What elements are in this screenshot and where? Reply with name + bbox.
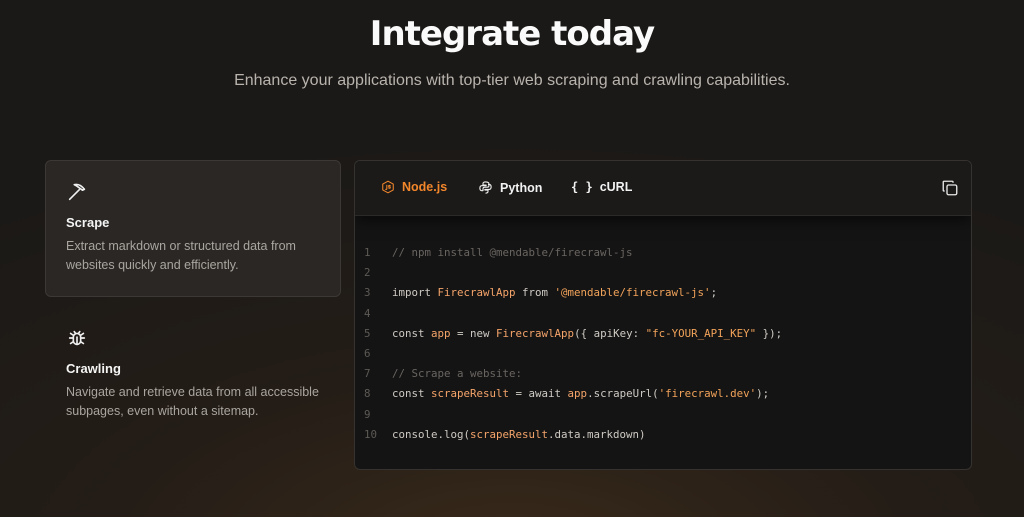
tab-nodejs[interactable]: Node.js (381, 180, 447, 194)
code-line: 8 const scrapeResult = await app.scrapeUr… (364, 387, 770, 401)
tab-curl[interactable]: { } cURL (571, 180, 632, 194)
feature-description: Navigate and retrieve data from all acce… (66, 385, 319, 418)
code-line: 3 import FirecrawlApp from '@mendable/fir… (364, 286, 718, 300)
code-panel: Node.js Python { } cURL 1// npm install … (354, 160, 972, 470)
code-line: 2 (364, 266, 371, 280)
code-line: 5 const app = new FirecrawlApp({ apiKey: … (364, 326, 783, 340)
code-block: 1// npm install @mendable/firecrawl-js 2… (355, 243, 971, 445)
tab-label: Python (500, 180, 543, 195)
feature-name: Scrape (66, 215, 110, 230)
code-line: 6 (364, 346, 371, 360)
tab-python[interactable]: Python (478, 180, 542, 195)
language-tabs: Node.js Python { } cURL (355, 161, 971, 216)
braces-icon: { } (571, 180, 593, 194)
code-line: 9 (364, 407, 371, 421)
copy-icon[interactable] (941, 179, 959, 197)
page-title: Integrate today (369, 14, 655, 54)
tab-label: Node.js (402, 180, 448, 194)
tab-label: cURL (599, 180, 633, 194)
pickaxe-icon (68, 183, 86, 201)
code-line: 4 (364, 306, 371, 320)
page-subtitle: Enhance your applications with top-tier … (234, 72, 790, 89)
code-line: 10 console.log(scrapeResult.data.markdown… (364, 427, 646, 441)
code-line: 1// npm install @mendable/firecrawl-js (364, 246, 633, 259)
python-icon (479, 181, 492, 194)
bug-icon (68, 330, 86, 346)
feature-description: Extract markdown or structured data from… (66, 239, 296, 272)
nodejs-icon (382, 180, 394, 194)
feature-card-scrape[interactable]: Scrape Extract markdown or structured da… (45, 160, 341, 297)
feature-card-crawling[interactable]: Crawling Navigate and retrieve data from… (45, 306, 341, 456)
code-line: 7// Scrape a website: (364, 367, 523, 381)
feature-name: Crawling (66, 361, 121, 376)
